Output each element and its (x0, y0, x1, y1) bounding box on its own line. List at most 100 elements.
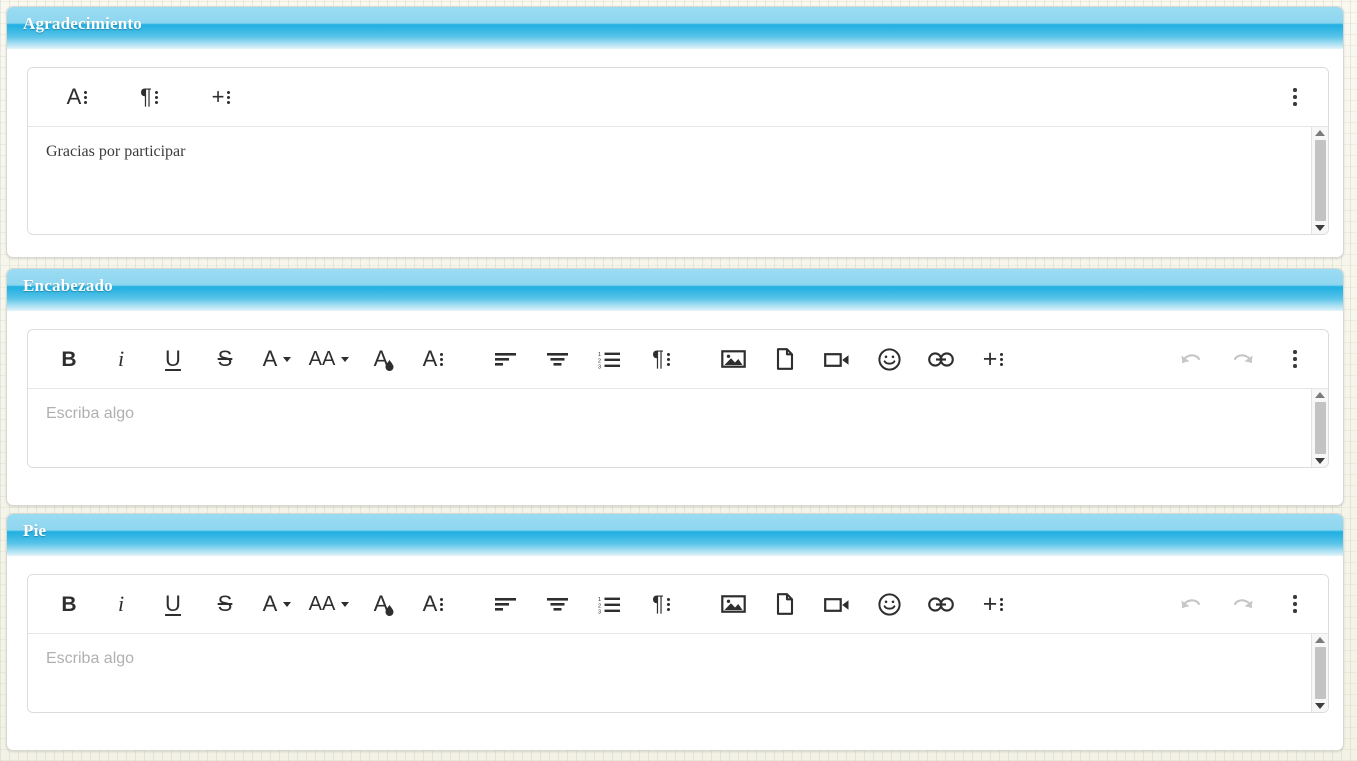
redo-button[interactable] (1224, 340, 1262, 378)
paragraph-menu-button[interactable]: ¶ (130, 78, 168, 116)
vertical-ellipsis-icon (1293, 88, 1297, 106)
double-a-glyph: AA (308, 593, 336, 615)
letter-a-glyph: A (422, 591, 438, 616)
font-style-button[interactable]: A (414, 585, 452, 623)
align-center-button[interactable] (538, 340, 576, 378)
editor-content-area[interactable]: Escriba algo (28, 634, 1311, 712)
svg-text:3: 3 (598, 609, 601, 614)
bold-glyph: B (61, 347, 77, 371)
scroll-down-arrow-icon[interactable] (1315, 703, 1325, 709)
scroll-down-arrow-icon[interactable] (1315, 458, 1325, 464)
italic-button[interactable]: i (102, 340, 140, 378)
undo-button[interactable] (1172, 585, 1210, 623)
editor-scrollbar[interactable] (1311, 389, 1328, 467)
font-family-button[interactable]: A (258, 585, 296, 623)
align-left-button[interactable] (486, 340, 524, 378)
redo-arrow-icon (1233, 354, 1253, 364)
align-left-button[interactable] (486, 585, 524, 623)
insert-video-button[interactable] (818, 585, 856, 623)
video-camera-icon (824, 353, 849, 367)
align-left-icon (494, 598, 516, 611)
scrollbar-thumb[interactable] (1314, 647, 1326, 699)
image-icon (720, 350, 746, 368)
chevron-down-icon (283, 356, 292, 362)
scroll-up-arrow-icon[interactable] (1315, 130, 1325, 136)
more-options-button[interactable] (1276, 78, 1314, 116)
vertical-ellipsis-icon (1293, 350, 1297, 368)
strikethrough-glyph: S (217, 346, 233, 371)
insert-more-button[interactable]: + (974, 340, 1012, 378)
editor-content-area[interactable]: Escriba algo (28, 389, 1311, 467)
font-size-button[interactable]: AA (308, 585, 350, 623)
scrollbar-thumb[interactable] (1314, 140, 1326, 221)
vertical-dots-icon (666, 352, 670, 366)
editor-scrollbar[interactable] (1311, 634, 1328, 712)
insert-image-button[interactable] (714, 340, 752, 378)
font-size-button[interactable]: AA (309, 340, 350, 378)
rich-text-editor-pie[interactable]: B i U S A AA A A 1 2 3 ¶ + Escriba algo (27, 574, 1329, 713)
editor-text: Gracias por participar (46, 143, 186, 160)
undo-arrow-icon (1181, 599, 1201, 609)
svg-text:1: 1 (598, 597, 601, 603)
bold-button[interactable]: B (50, 340, 88, 378)
undo-button[interactable] (1172, 340, 1210, 378)
rich-text-editor-encabezado[interactable]: B i U S A AA A A 1 2 3 ¶ + Escriba algo (27, 329, 1329, 468)
link-icon (928, 351, 954, 367)
editor-content-area[interactable]: Gracias por participar (28, 127, 1311, 234)
text-color-button[interactable]: A (362, 340, 400, 378)
paragraph-button[interactable]: ¶ (642, 585, 680, 623)
chevron-down-icon (341, 601, 350, 607)
insert-image-button[interactable] (714, 585, 752, 623)
align-center-button[interactable] (538, 585, 576, 623)
scroll-up-arrow-icon[interactable] (1315, 637, 1325, 643)
editor-scrollbar[interactable] (1311, 127, 1328, 234)
scroll-up-arrow-icon[interactable] (1315, 392, 1325, 398)
underline-glyph: U (165, 346, 181, 371)
vertical-dots-icon (227, 90, 231, 104)
pilcrow-glyph: ¶ (652, 591, 664, 616)
redo-button[interactable] (1224, 585, 1262, 623)
vertical-dots-icon (1000, 597, 1004, 611)
emoji-smiley-icon (877, 347, 901, 371)
bold-button[interactable]: B (50, 585, 88, 623)
insert-link-button[interactable] (922, 585, 960, 623)
font-family-button[interactable]: A (258, 340, 296, 378)
redo-arrow-icon (1233, 599, 1253, 609)
font-style-button[interactable]: A (414, 340, 452, 378)
strikethrough-button[interactable]: S (206, 340, 244, 378)
paragraph-button[interactable]: ¶ (642, 340, 680, 378)
panel-body-encabezado: B i U S A AA A A 1 2 3 ¶ + Escriba algo (7, 311, 1343, 484)
ordered-list-icon: 1 2 3 (598, 597, 620, 614)
letter-a-glyph: A (422, 346, 438, 371)
insert-file-button[interactable] (766, 585, 804, 623)
more-options-button[interactable] (1276, 585, 1314, 623)
insert-file-button[interactable] (766, 340, 804, 378)
underline-button[interactable]: U (154, 585, 192, 623)
letter-a-glyph: A (66, 84, 82, 109)
strikethrough-button[interactable]: S (206, 585, 244, 623)
plus-glyph: + (982, 344, 998, 373)
letter-a-glyph: A (262, 346, 278, 371)
ordered-list-button[interactable]: 1 2 3 (590, 585, 628, 623)
insert-menu-button[interactable]: + (202, 78, 240, 116)
insert-more-button[interactable]: + (974, 585, 1012, 623)
text-color-button[interactable]: A (362, 585, 400, 623)
plus-glyph: + (982, 589, 998, 618)
scroll-down-arrow-icon[interactable] (1315, 225, 1325, 231)
align-center-icon (546, 353, 568, 366)
align-left-icon (494, 353, 516, 366)
insert-emoji-button[interactable] (870, 340, 908, 378)
italic-button[interactable]: i (102, 585, 140, 623)
align-center-icon (546, 598, 568, 611)
scrollbar-thumb[interactable] (1314, 402, 1326, 454)
more-options-button[interactable] (1276, 340, 1314, 378)
ordered-list-button[interactable]: 1 2 3 (590, 340, 628, 378)
chevron-down-icon (283, 601, 292, 607)
color-droplet-icon (385, 605, 394, 616)
insert-video-button[interactable] (818, 340, 856, 378)
rich-text-editor-agradecimiento[interactable]: A ¶ + Gracias por participar (27, 67, 1329, 235)
insert-emoji-button[interactable] (870, 585, 908, 623)
underline-button[interactable]: U (154, 340, 192, 378)
insert-link-button[interactable] (922, 340, 960, 378)
font-style-menu-button[interactable]: A (58, 78, 96, 116)
